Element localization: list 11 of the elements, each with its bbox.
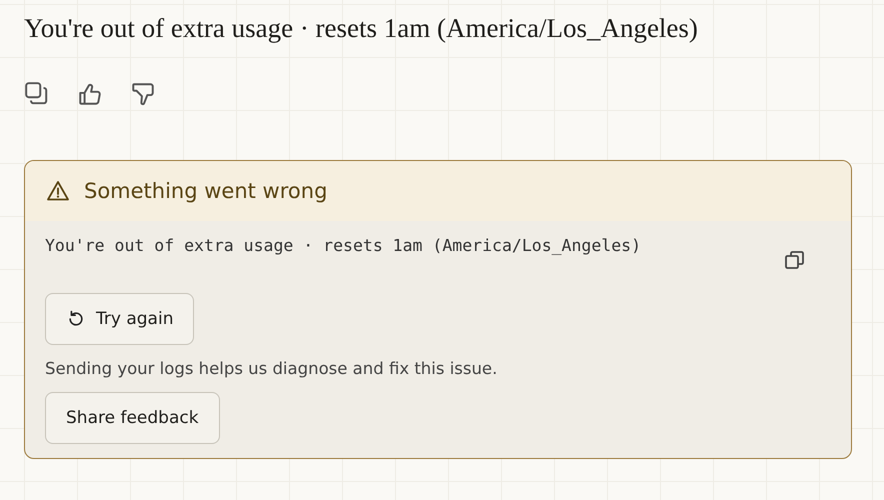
thumbs-up-icon[interactable] bbox=[77, 81, 103, 107]
logs-note: Sending your logs helps us diagnose and fix this issue. bbox=[45, 359, 498, 378]
message-text: You're out of extra usage · resets 1am (America/Los_Angeles) bbox=[24, 12, 699, 45]
share-feedback-button[interactable]: Share feedback bbox=[45, 392, 220, 444]
copy-icon[interactable] bbox=[24, 81, 50, 107]
thumbs-down-icon[interactable] bbox=[130, 81, 156, 107]
warning-icon bbox=[46, 179, 70, 203]
try-again-button[interactable]: Try again bbox=[45, 293, 194, 345]
error-detail: You're out of extra usage · resets 1am (America/Los_Angeles) bbox=[45, 235, 642, 257]
error-title: Something went wrong bbox=[84, 179, 328, 203]
copy-icon[interactable] bbox=[783, 248, 807, 272]
